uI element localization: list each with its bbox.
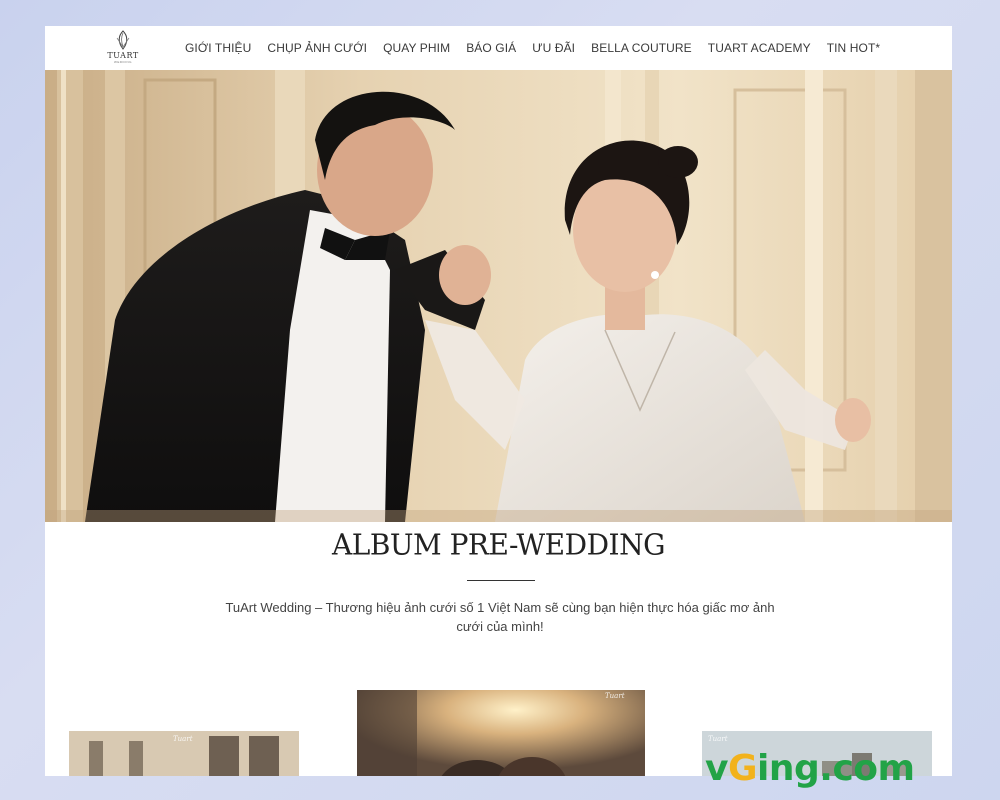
- brand-logo[interactable]: TUART WEDDING: [107, 29, 139, 67]
- nav-item-bella-couture[interactable]: BELLA COUTURE: [591, 41, 692, 55]
- album-thumbnail-2[interactable]: Tuart: [357, 690, 645, 776]
- watermark-v: v: [705, 748, 728, 789]
- nav-item-tin-hot[interactable]: TIN HOT*: [827, 41, 880, 55]
- couple-photo-illustration: [45, 70, 952, 522]
- nav-item-uu-dai[interactable]: ƯU ĐÃI: [532, 41, 575, 55]
- watermark-rest: ing.com: [757, 748, 915, 789]
- section-description: TuArt Wedding – Thương hiệu ảnh cưới số …: [225, 600, 775, 634]
- hero-banner-image: [45, 70, 952, 522]
- nav-item-tuart-academy[interactable]: TUART ACADEMY: [708, 41, 811, 55]
- thumbnail-mark: Tuart: [708, 735, 728, 743]
- logo-text: TUART: [107, 51, 139, 60]
- swan-logo-icon: [116, 30, 130, 50]
- logo-subtext: WEDDING: [114, 60, 132, 64]
- top-navbar: TUART WEDDING GIỚI THIỆU CHỤP ẢNH CƯỚI Q…: [45, 26, 952, 70]
- sunset-couple-photo: [357, 690, 645, 776]
- nav-item-quay-phim[interactable]: QUAY PHIM: [383, 41, 450, 55]
- main-menu: GIỚI THIỆU CHỤP ẢNH CƯỚI QUAY PHIM BÁO G…: [185, 26, 880, 70]
- nav-item-gioi-thieu[interactable]: GIỚI THIỆU: [185, 41, 251, 55]
- thumbnail-mark: Tuart: [173, 735, 193, 743]
- title-divider: [467, 580, 535, 581]
- album-thumbnail-1[interactable]: Tuart: [69, 731, 299, 776]
- nav-item-chup-anh-cuoi[interactable]: CHỤP ẢNH CƯỚI: [267, 41, 367, 55]
- vging-watermark: vGing.com: [705, 745, 915, 793]
- watermark-g: G: [727, 748, 758, 789]
- nav-item-bao-gia[interactable]: BÁO GIÁ: [466, 41, 516, 55]
- section-title: ALBUM PRE-WEDDING: [332, 527, 665, 562]
- webpage: TUART WEDDING GIỚI THIỆU CHỤP ẢNH CƯỚI Q…: [45, 26, 952, 776]
- thumbnail-mark: Tuart: [605, 692, 625, 700]
